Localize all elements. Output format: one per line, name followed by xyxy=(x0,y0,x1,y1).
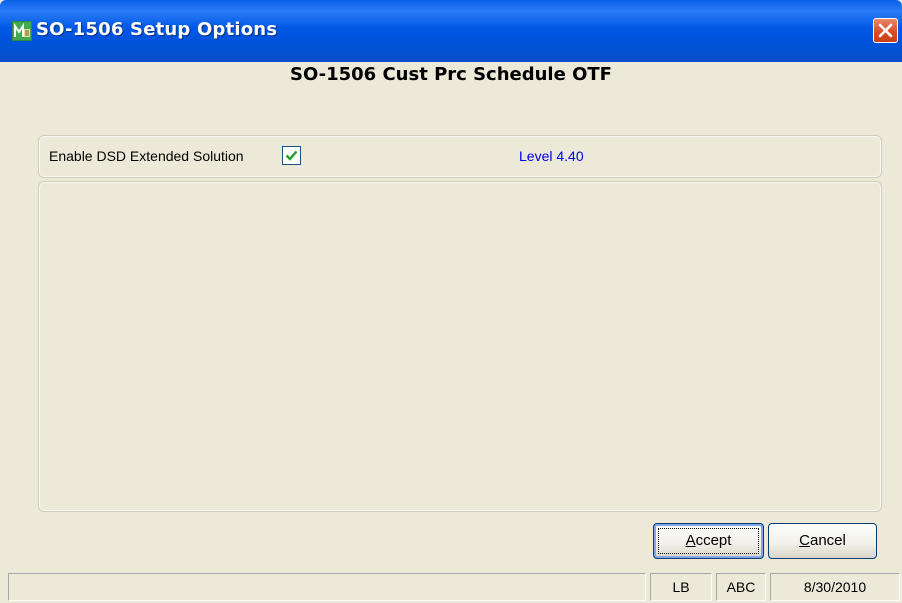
checkmark-icon xyxy=(285,150,298,161)
page-title: SO-1506 Cust Prc Schedule OTF xyxy=(290,64,612,85)
cancel-label: ancel xyxy=(809,532,846,549)
status-message xyxy=(8,573,646,601)
level-label: Level 4.40 xyxy=(519,148,584,164)
content-panel xyxy=(38,181,882,512)
close-icon xyxy=(878,23,893,38)
status-company: ABC xyxy=(716,573,766,601)
status-user: LB xyxy=(650,573,712,601)
accept-button[interactable]: Accept xyxy=(653,523,764,559)
cancel-button[interactable]: Cancel xyxy=(768,523,877,559)
setup-options-window: SO-1506 Setup Options SO-1506 Cust Prc S… xyxy=(0,0,902,603)
mas90-app-icon xyxy=(12,21,32,41)
cancel-hotkey: C xyxy=(799,532,810,549)
close-button[interactable] xyxy=(873,18,898,43)
options-panel: Enable DSD Extended Solution Level 4.40 xyxy=(38,135,882,178)
status-date: 8/30/2010 xyxy=(770,573,900,601)
dialog-body: SO-1506 Cust Prc Schedule OTF Enable DSD… xyxy=(2,62,900,601)
enable-dsd-label: Enable DSD Extended Solution xyxy=(49,148,244,164)
focus-rectangle xyxy=(658,528,759,554)
enable-dsd-checkbox[interactable] xyxy=(282,146,301,165)
status-bar: LB ABC 8/30/2010 xyxy=(2,573,900,601)
title-bar[interactable]: SO-1506 Setup Options xyxy=(0,0,902,62)
window-title: SO-1506 Setup Options xyxy=(36,19,278,40)
